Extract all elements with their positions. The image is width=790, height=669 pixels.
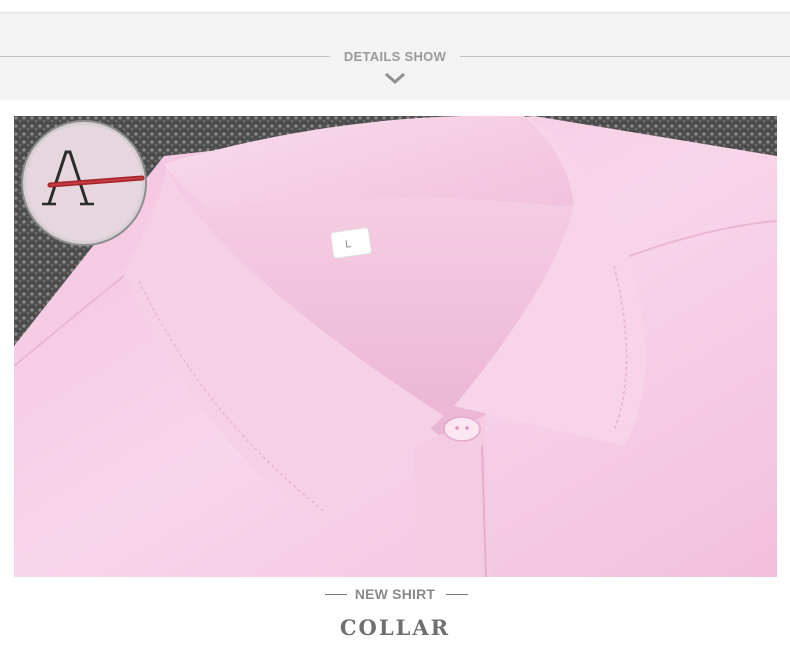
size-tag <box>330 227 372 259</box>
product-photo: L <box>14 116 777 577</box>
chevron-down-icon <box>385 72 405 84</box>
header-divider-left <box>0 56 330 57</box>
section-title: DETAILS SHOW <box>343 49 447 64</box>
footer-divider-right <box>446 594 468 595</box>
caption-subtitle: NEW SHIRT <box>354 586 436 602</box>
top-card <box>0 0 790 13</box>
caption-title: COLLAR <box>339 615 451 640</box>
shirt-button <box>443 416 481 442</box>
embroidered-letter-a-icon <box>21 120 147 246</box>
header-divider-right <box>460 56 790 57</box>
footer-divider-left <box>325 594 347 595</box>
